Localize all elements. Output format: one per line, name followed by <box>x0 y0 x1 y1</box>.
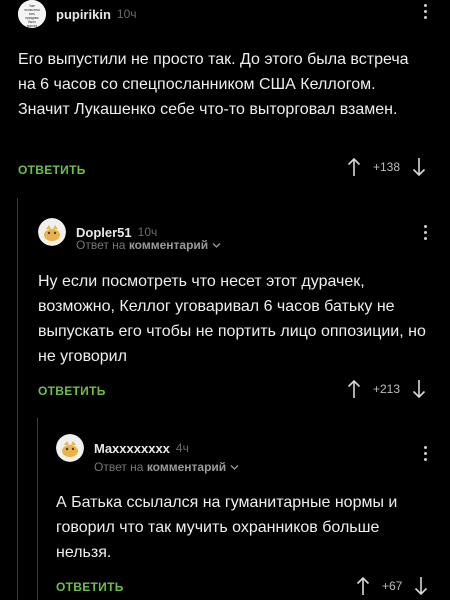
timestamp: 4ч <box>175 441 189 455</box>
rating-count: +67 <box>382 579 403 593</box>
rating-count: +213 <box>373 382 401 396</box>
chevron-down-icon[interactable] <box>212 242 221 249</box>
comment-header: Maxxxxxxxx 4ч <box>56 434 189 462</box>
reply-target[interactable]: комментарий <box>147 460 226 474</box>
comment-text: Ну если посмотреть что несет этот дураче… <box>38 273 426 365</box>
reply-button[interactable]: ОТВЕТИТЬ <box>38 384 106 398</box>
reply-to[interactable]: Ответ на комментарий <box>76 238 221 252</box>
reply-target[interactable]: комментарий <box>129 238 208 252</box>
thread-line <box>37 418 38 600</box>
avatar-text-6: ворота <box>27 24 37 28</box>
downvote-arrow-icon[interactable] <box>412 157 426 177</box>
more-vertical-icon[interactable] <box>424 446 428 464</box>
downvote-arrow-icon[interactable] <box>412 379 426 399</box>
timestamp: 10ч <box>137 225 158 239</box>
avatar[interactable]: Уже полюстиш хоть праздник было ворота <box>18 0 46 28</box>
rating-controls: +213 <box>347 379 426 399</box>
upvote-arrow-icon[interactable] <box>356 576 370 596</box>
upvote-arrow-icon[interactable] <box>347 379 361 399</box>
reply-prefix: Ответ на <box>94 460 144 474</box>
comment-header: Уже полюстиш хоть праздник было ворота p… <box>18 0 137 28</box>
reply-to[interactable]: Ответ на комментарий <box>94 460 239 474</box>
thread-line <box>17 198 18 600</box>
avatar[interactable] <box>56 434 84 462</box>
username[interactable]: Maxxxxxxxx <box>94 441 170 456</box>
reply-button[interactable]: ОТВЕТИТЬ <box>18 163 86 177</box>
avatar[interactable] <box>38 218 66 246</box>
upvote-arrow-icon[interactable] <box>347 157 361 177</box>
chevron-down-icon[interactable] <box>230 464 239 471</box>
more-vertical-icon[interactable] <box>424 4 428 22</box>
username[interactable]: pupirikin <box>56 7 111 22</box>
rating-controls: +67 <box>356 576 428 596</box>
reply-button[interactable]: ОТВЕТИТЬ <box>56 580 124 594</box>
comment-text: Его выпустили не просто так. До этого бы… <box>18 51 409 118</box>
rating-controls: +138 <box>347 157 426 177</box>
reply-prefix: Ответ на <box>76 238 126 252</box>
more-vertical-icon[interactable] <box>424 225 428 243</box>
downvote-arrow-icon[interactable] <box>414 576 428 596</box>
timestamp: 10ч <box>116 7 137 21</box>
rating-count: +138 <box>373 160 401 174</box>
comment-text: А Батька ссылался на гуманитарные нормы … <box>56 494 398 561</box>
